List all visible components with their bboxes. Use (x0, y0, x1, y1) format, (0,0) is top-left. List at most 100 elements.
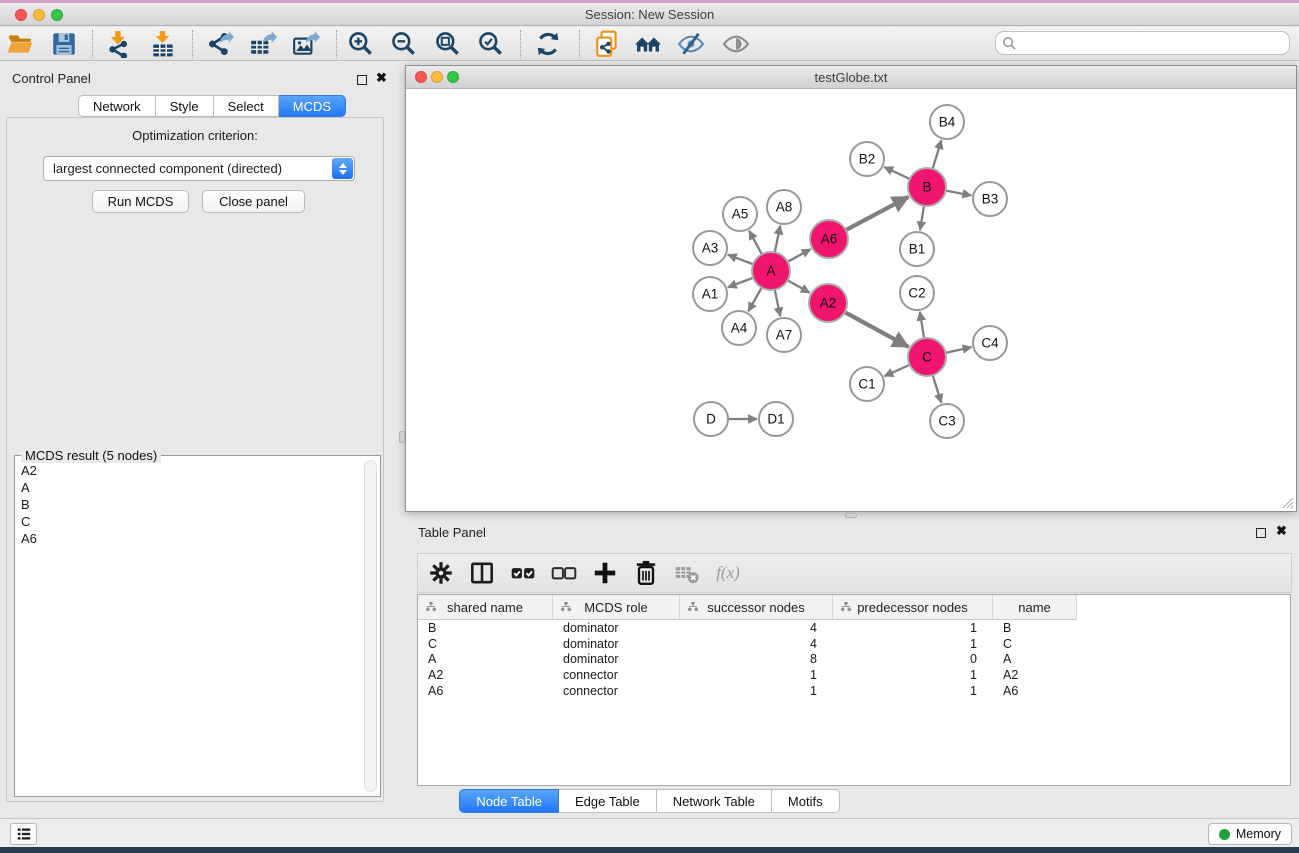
graph-node-C[interactable]: C (908, 338, 946, 376)
table-settings-icon[interactable] (426, 558, 456, 588)
svg-text:A: A (766, 264, 775, 279)
tab-select[interactable]: Select (214, 95, 279, 117)
export-network-icon[interactable] (203, 29, 237, 59)
mcds-result-item[interactable]: A6 (15, 530, 363, 547)
tab-network-table[interactable]: Network Table (657, 789, 772, 813)
graph-node-A5[interactable]: A5 (723, 197, 757, 231)
export-image-icon[interactable] (289, 29, 323, 59)
hide-details-icon[interactable] (674, 29, 708, 59)
control-panel-title: Control Panel (12, 71, 91, 86)
mcds-result-item[interactable]: B (15, 496, 363, 513)
tab-network[interactable]: Network (78, 95, 156, 117)
table-row[interactable]: Cdominator41C (418, 636, 1290, 652)
network-window: testGlobe.txt B4B2B3A8A5A3B1A1C2A4A7C4C1… (405, 65, 1297, 512)
graph-node-C1[interactable]: C1 (850, 367, 884, 401)
graph-node-C3[interactable]: C3 (930, 404, 964, 438)
delete-table-icon[interactable] (672, 558, 702, 588)
graph-node-B4[interactable]: B4 (930, 105, 964, 139)
deselect-all-icon[interactable] (549, 558, 579, 588)
column-header-name[interactable]: name (993, 595, 1077, 620)
delete-column-icon[interactable] (631, 558, 661, 588)
tab-style[interactable]: Style (156, 95, 214, 117)
graph-node-A[interactable]: A (752, 252, 790, 290)
pane-divider-handle[interactable] (845, 513, 857, 518)
desktop-edge-bottom (0, 847, 1299, 853)
table-tabs-bar: Node TableEdge TableNetwork TableMotifs (0, 789, 1299, 813)
run-mcds-button[interactable]: Run MCDS (92, 190, 189, 213)
refresh-icon[interactable] (531, 29, 565, 59)
graph-node-B1[interactable]: B1 (900, 232, 934, 266)
graph-node-B3[interactable]: B3 (973, 182, 1007, 216)
table-row[interactable]: A2connector11A2 (418, 667, 1290, 683)
graph-node-A4[interactable]: A4 (722, 311, 756, 345)
table-row[interactable]: A6connector11A6 (418, 683, 1290, 699)
table-cell: 1 (680, 684, 833, 698)
float-panel-icon[interactable] (357, 73, 367, 88)
graph-node-C4[interactable]: C4 (973, 326, 1007, 360)
graph-node-A8[interactable]: A8 (767, 190, 801, 224)
tab-mcds[interactable]: MCDS (279, 95, 346, 117)
graph-node-A6[interactable]: A6 (810, 220, 848, 258)
close-panel-icon[interactable]: ✖ (376, 73, 387, 83)
search-box[interactable] (995, 31, 1290, 55)
graph-node-C2[interactable]: C2 (900, 276, 934, 310)
double-home-icon[interactable] (631, 29, 665, 59)
table-cell: 1 (833, 621, 993, 635)
close-panel-button[interactable]: Close panel (202, 190, 305, 213)
function-builder-icon[interactable]: f(x) (713, 558, 743, 588)
graph-node-A3[interactable]: A3 (693, 231, 727, 265)
select-all-icon[interactable] (508, 558, 538, 588)
zoom-fit-icon[interactable] (431, 29, 465, 59)
float-panel-icon[interactable] (1256, 526, 1266, 541)
task-history-button[interactable] (10, 823, 37, 845)
column-header-MCDS-role[interactable]: MCDS role (553, 595, 680, 620)
graph-node-A7[interactable]: A7 (767, 318, 801, 352)
split-view-icon[interactable] (467, 558, 497, 588)
import-network-icon[interactable] (102, 29, 136, 59)
graph-node-A2[interactable]: A2 (809, 284, 847, 322)
column-header-predecessor-nodes[interactable]: predecessor nodes (833, 595, 993, 620)
save-session-icon[interactable] (47, 29, 81, 59)
tab-motifs[interactable]: Motifs (772, 789, 840, 813)
resize-grip[interactable] (1280, 495, 1294, 509)
table-row[interactable]: Adominator80A (418, 651, 1290, 667)
open-session-icon[interactable] (3, 29, 37, 59)
table-cell: 8 (680, 652, 833, 666)
app-title: Session: New Session (0, 7, 1299, 22)
mcds-result-item[interactable]: A2 (15, 462, 363, 479)
app-titlebar: Session: New Session (0, 3, 1299, 26)
graph-node-B[interactable]: B (908, 168, 946, 206)
optimization-criterion-select[interactable]: largest connected component (directed) (43, 156, 355, 181)
graph-node-D[interactable]: D (694, 402, 728, 436)
copy-style-icon[interactable] (591, 29, 625, 59)
table-cell: 4 (680, 637, 833, 651)
column-header-shared-name[interactable]: shared name (418, 595, 553, 620)
table-cell: A (418, 652, 553, 666)
column-header-successor-nodes[interactable]: successor nodes (680, 595, 833, 620)
mcds-result-item[interactable]: C (15, 513, 363, 530)
graph-node-D1[interactable]: D1 (759, 402, 793, 436)
scrollbar[interactable] (364, 460, 377, 792)
search-input[interactable] (1017, 35, 1289, 51)
show-details-icon[interactable] (719, 29, 753, 59)
table-cell: connector (553, 684, 680, 698)
memory-button[interactable]: Memory (1208, 823, 1292, 845)
import-table-icon[interactable] (146, 29, 180, 59)
table-panel-title: Table Panel (418, 525, 486, 540)
tab-edge-table[interactable]: Edge Table (559, 789, 657, 813)
table-row[interactable]: Bdominator41B (418, 620, 1290, 636)
optimization-criterion-label: Optimization criterion: (0, 128, 390, 143)
table-cell: 0 (833, 652, 993, 666)
tab-node-table[interactable]: Node Table (459, 789, 559, 813)
add-column-icon[interactable] (590, 558, 620, 588)
graph-node-B2[interactable]: B2 (850, 142, 884, 176)
graph-node-A1[interactable]: A1 (693, 277, 727, 311)
export-table-icon[interactable] (246, 29, 280, 59)
zoom-selected-icon[interactable] (474, 29, 508, 59)
zoom-out-icon[interactable] (387, 29, 421, 59)
network-canvas[interactable]: B4 B2 B3 A8 A5A3 B1 A1 C2 A4 A7 C4 C1 D D1 C3 B A6 A A2 C (406, 90, 1296, 511)
pane-divider-handle[interactable] (399, 431, 405, 443)
close-panel-icon[interactable]: ✖ (1276, 526, 1287, 536)
mcds-result-item[interactable]: A (15, 479, 363, 496)
zoom-in-icon[interactable] (344, 29, 378, 59)
